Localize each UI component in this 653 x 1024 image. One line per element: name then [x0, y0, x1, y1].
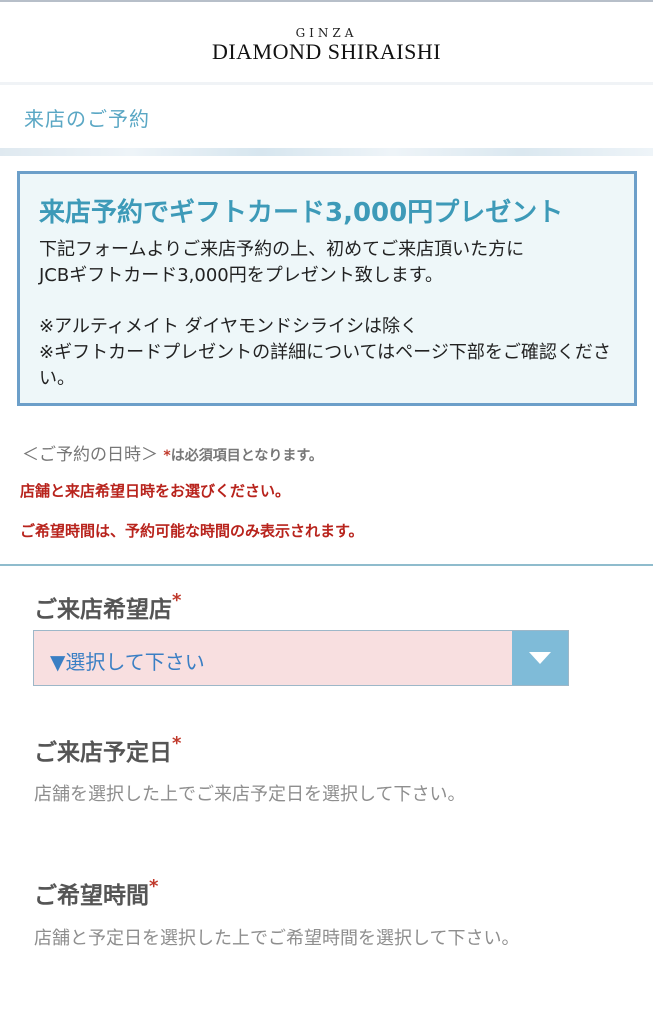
date-label-text: ご来店予定日 — [34, 740, 172, 766]
logo-ginza-text: GINZA — [295, 26, 358, 40]
promo-body-line-1: 下記フォームよりご来店予約の上、初めてご来店頂いた方に — [39, 239, 525, 260]
promo-description: 下記フォームよりご来店予約の上、初めてご来店頂いた方に JCBギフトカード3,0… — [39, 237, 609, 289]
time-field-hint: 店舗と予定日を選択した上でご希望時間を選択して下さい。 — [34, 928, 520, 949]
promo-notes: ※アルティメイト ダイヤモンドシライシは除く ※ギフトカードプレゼントの詳細につ… — [39, 314, 614, 392]
reservation-heading: ＜ご予約の日時＞ *は必須項目となります。 — [22, 440, 323, 465]
time-required-star: * — [149, 876, 159, 897]
promo-body-line-2: JCBギフトカード3,000円をプレゼント致します。 — [39, 265, 443, 286]
store-select[interactable]: ▼選択して下さい — [33, 630, 569, 686]
required-star: * — [163, 448, 171, 464]
site-header: GINZA DIAMOND SHIRAISHI — [0, 2, 653, 82]
date-field-label: ご来店予定日* — [34, 733, 181, 767]
select-dropdown-button[interactable] — [512, 631, 568, 685]
triangle-down-icon — [529, 652, 551, 664]
time-label-text: ご希望時間 — [34, 883, 149, 909]
decorative-divider — [0, 148, 653, 156]
date-field-hint: 店舗を選択した上でご来店予定日を選択して下さい。 — [34, 784, 466, 805]
promo-note-exclusion: ※アルティメイト ダイヤモンドシライシは除く — [39, 316, 419, 337]
reservation-heading-title: ＜ご予約の日時＞ — [22, 445, 158, 465]
required-note: は必須項目となります。 — [170, 448, 323, 464]
time-field-label: ご希望時間* — [34, 876, 158, 910]
store-required-star: * — [172, 590, 182, 611]
warning-select-store-datetime: 店舗と来店希望日時をお選びください。 — [20, 482, 291, 500]
store-label-text: ご来店希望店 — [34, 597, 172, 623]
form-divider — [0, 564, 653, 566]
promo-title: 来店予約でギフトカード3,000円プレゼント — [39, 198, 564, 228]
promo-note-details: ※ギフトカードプレゼントの詳細についてはページ下部をご確認ください。 — [39, 342, 611, 389]
date-required-star: * — [172, 733, 182, 754]
store-field-label: ご来店希望店* — [34, 590, 181, 624]
section-title-bar: 来店のご予約 — [0, 82, 653, 148]
warning-available-times: ご希望時間は、予約可能な時間のみ表示されます。 — [20, 522, 364, 540]
logo-brand-text[interactable]: DIAMOND SHIRAISHI — [0, 39, 653, 65]
store-select-value: ▼選択して下さい — [50, 650, 205, 674]
promo-box: 来店予約でギフトカード3,000円プレゼント 下記フォームよりご来店予約の上、初… — [17, 171, 637, 406]
page-title: 来店のご予約 — [24, 107, 150, 131]
